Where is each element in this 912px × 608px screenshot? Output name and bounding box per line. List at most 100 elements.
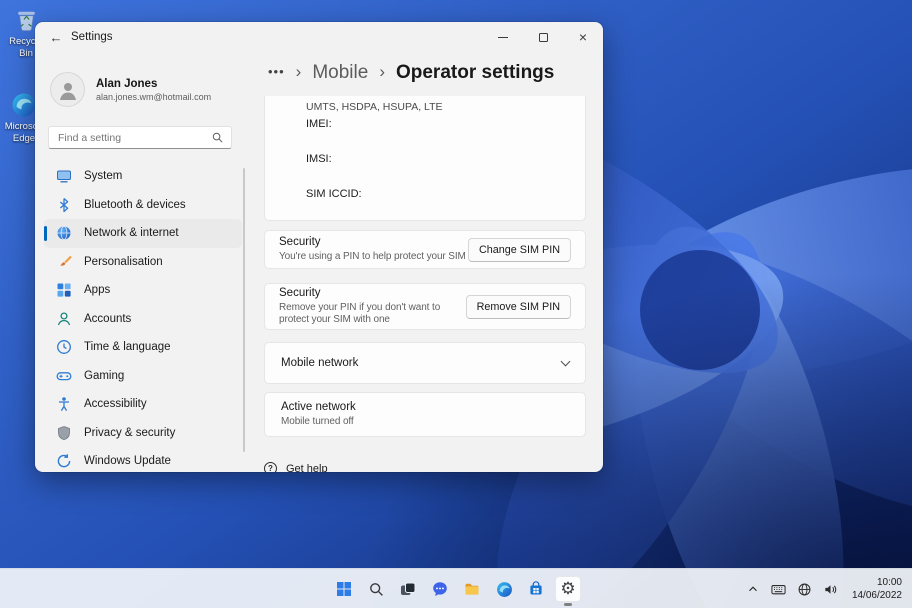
edge-logo-icon xyxy=(12,93,36,117)
paintbrush-icon xyxy=(56,254,72,270)
sidebar-item-label: Accessibility xyxy=(84,398,147,411)
network-button[interactable] xyxy=(794,576,816,602)
imsi-label: IMSI: xyxy=(306,153,332,165)
user-profile[interactable]: Alan Jones alan.jones.wm@hotmail.com xyxy=(50,72,211,107)
sidebar-item-label: Apps xyxy=(84,284,111,297)
sidebar-item-personalisation[interactable]: Personalisation xyxy=(44,248,242,277)
accessibility-person-icon xyxy=(56,396,72,412)
start-button[interactable] xyxy=(331,576,357,602)
sidebar-item-accessibility[interactable]: Accessibility xyxy=(44,390,242,419)
apps-grid-icon xyxy=(56,282,72,298)
settings-sidebar: Alan Jones alan.jones.wm@hotmail.com Sys… xyxy=(35,22,250,472)
page-title: Operator settings xyxy=(395,62,555,83)
help-question-icon: ? xyxy=(264,462,277,472)
security-change-pin-card: Security You're using a PIN to help prot… xyxy=(264,230,586,269)
sidebar-item-label: Time & language xyxy=(84,341,171,354)
active-network-title: Active network xyxy=(281,401,356,413)
sidebar-item-time-language[interactable]: Time & language xyxy=(44,333,242,362)
imei-label: IMEI: xyxy=(306,118,332,130)
chat-button[interactable] xyxy=(427,576,453,602)
gear-icon: ⚙ xyxy=(560,578,576,599)
folder-icon xyxy=(465,583,479,595)
change-sim-pin-button[interactable]: Change SIM PIN xyxy=(467,237,571,262)
edge-logo-icon xyxy=(496,581,512,597)
sidebar-item-bluetooth-devices[interactable]: Bluetooth & devices xyxy=(44,191,242,220)
search-input[interactable] xyxy=(49,131,212,144)
sidebar-item-accounts[interactable]: Accounts xyxy=(44,305,242,334)
file-explorer-button[interactable] xyxy=(459,576,485,602)
get-help-label: Get help xyxy=(286,462,328,473)
tray-expand-button[interactable] xyxy=(742,576,764,602)
chevron-right-icon: › xyxy=(295,61,302,81)
system-tray: 10:00 14/06/2022 xyxy=(742,569,912,608)
clock-time: 10:00 xyxy=(876,577,902,588)
remove-sim-pin-button[interactable]: Remove SIM PIN xyxy=(465,294,571,319)
get-help-link[interactable]: ? Get help xyxy=(264,462,586,472)
settings-scroll-area: UMTS, HSDPA, HSUPA, LTE IMEI: IMSI: SIM … xyxy=(264,96,586,472)
task-view-button[interactable] xyxy=(395,576,421,602)
store-button[interactable] xyxy=(523,576,549,602)
modem-standards-value: UMTS, HSDPA, HSUPA, LTE xyxy=(306,101,443,113)
security-title: Security xyxy=(279,236,321,248)
breadcrumb-parent[interactable]: Mobile xyxy=(312,62,368,84)
clock-date: 14/06/2022 xyxy=(851,590,902,601)
security-subtitle: You're using a PIN to help protect your … xyxy=(279,251,466,262)
mobile-network-expander[interactable]: Mobile network xyxy=(264,342,586,384)
search-box[interactable] xyxy=(48,126,232,149)
keyboard-icon xyxy=(771,584,787,594)
sidebar-item-label: Accounts xyxy=(84,312,132,325)
windows-logo-icon xyxy=(337,582,351,596)
speaker-icon xyxy=(825,584,837,594)
search-button[interactable] xyxy=(363,576,389,602)
sidebar-item-system[interactable]: System xyxy=(44,162,242,191)
sim-iccid-label: SIM ICCID: xyxy=(306,188,362,200)
search-icon xyxy=(369,582,383,596)
edge-button[interactable] xyxy=(491,576,517,602)
active-network-status: Mobile turned off xyxy=(281,416,354,427)
breadcrumb: ••• › Mobile › Operator settings xyxy=(268,62,554,84)
network-globe-icon xyxy=(798,583,811,595)
avatar xyxy=(50,72,85,107)
taskbar: ⚙ 10:00 14/06/2022 xyxy=(0,568,912,608)
active-network-card: Active network Mobile turned off xyxy=(264,392,586,437)
store-bag-icon xyxy=(530,581,542,595)
user-name: Alan Jones xyxy=(96,77,158,90)
task-view-icon xyxy=(401,582,416,595)
gamepad-icon xyxy=(56,368,72,384)
sidebar-scrollbar[interactable] xyxy=(242,168,245,452)
network-globe-icon xyxy=(56,225,72,241)
chevron-up-icon xyxy=(749,586,757,592)
taskbar-clock[interactable]: 10:00 14/06/2022 xyxy=(852,576,902,602)
sidebar-item-windows-update[interactable]: Windows Update xyxy=(44,447,242,472)
sidebar-item-label: System xyxy=(84,170,123,183)
security-title: Security xyxy=(279,287,321,299)
settings-button[interactable]: ⚙ xyxy=(555,576,581,602)
chevron-right-icon: › xyxy=(379,61,385,81)
sidebar-item-privacy-security[interactable]: Privacy & security xyxy=(44,419,242,448)
sidebar-item-label: Gaming xyxy=(84,369,125,382)
sidebar-item-label: Privacy & security xyxy=(84,426,176,439)
accounts-person-icon xyxy=(56,311,72,327)
sidebar-nav: System Bluetooth & devices Network & int… xyxy=(35,162,250,472)
device-info-card: UMTS, HSDPA, HSUPA, LTE IMEI: IMSI: SIM … xyxy=(264,96,586,221)
person-icon xyxy=(59,82,76,100)
shield-icon xyxy=(56,425,72,441)
breadcrumb-more-button[interactable]: ••• xyxy=(268,64,285,83)
sidebar-item-network-internet[interactable]: Network & internet xyxy=(44,219,242,248)
sidebar-item-label: Personalisation xyxy=(84,255,163,268)
mobile-network-label: Mobile network xyxy=(281,357,359,369)
security-remove-pin-card: Security Remove your PIN if you don't wa… xyxy=(264,283,586,330)
update-arrows-icon xyxy=(56,453,72,469)
sidebar-item-label: Bluetooth & devices xyxy=(84,198,186,211)
clock-icon xyxy=(56,339,72,355)
sidebar-item-gaming[interactable]: Gaming xyxy=(44,362,242,391)
sidebar-item-label: Windows Update xyxy=(84,455,171,468)
sidebar-item-label: Network & internet xyxy=(84,227,179,240)
volume-button[interactable] xyxy=(820,576,842,602)
touch-keyboard-button[interactable] xyxy=(768,576,790,602)
settings-window: ← Settings × Alan Jones alan.jones.wm@ho… xyxy=(35,22,603,472)
settings-main: ••• › Mobile › Operator settings UMTS, H… xyxy=(250,22,603,472)
security-subtitle: Remove your PIN if you don't want to pro… xyxy=(279,302,441,325)
system-icon xyxy=(56,168,72,184)
sidebar-item-apps[interactable]: Apps xyxy=(44,276,242,305)
